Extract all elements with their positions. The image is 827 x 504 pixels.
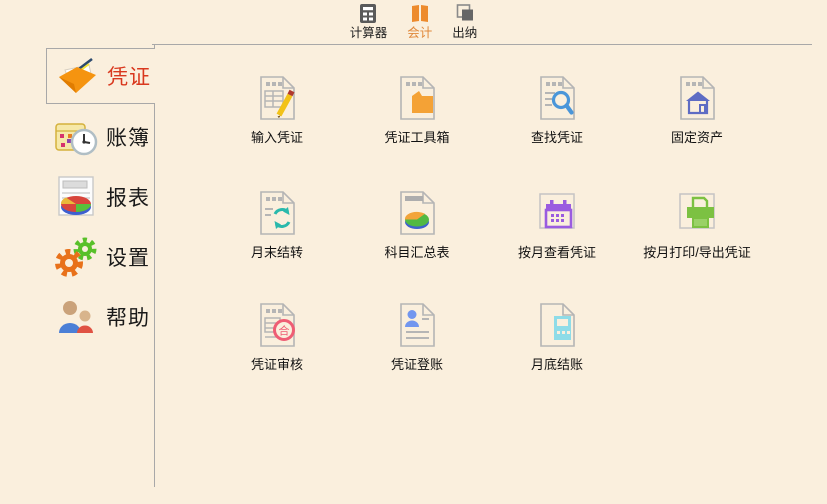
sidebar-item-reports[interactable]: 报表: [46, 170, 154, 224]
sidebar-item-voucher[interactable]: 凭证: [46, 48, 155, 104]
toolbar-item-cashier[interactable]: 出纳: [450, 3, 479, 40]
sidebar-item-label: 凭证: [107, 61, 151, 91]
voucher-audit-stamp-icon: 合: [253, 301, 301, 349]
voucher-posting-icon: [393, 301, 441, 349]
fixed-assets-icon: [673, 74, 721, 122]
cashier-icon: [454, 3, 476, 25]
grid-item-label: 凭证登账: [391, 354, 443, 373]
grid-item-label: 查找凭证: [531, 127, 583, 146]
toolbar-item-accounting[interactable]: 会计: [405, 3, 434, 40]
calculator-icon: [357, 3, 379, 25]
sidebar-item-label: 账簿: [106, 122, 150, 152]
month-end-closing-icon: [533, 301, 581, 349]
ledger-calendar-clock-icon: [54, 115, 98, 159]
sidebar-item-ledger[interactable]: 账簿: [46, 110, 154, 164]
toolbar-label: 计算器: [350, 26, 388, 40]
grid-item-label: 科目汇总表: [384, 242, 449, 261]
grid-item-label: 月底结账: [531, 354, 583, 373]
grid-item-label: 凭证审核: [251, 354, 303, 373]
month-end-carryover-icon: [253, 189, 301, 237]
grid-item-voucher-toolbox[interactable]: 凭证工具箱: [347, 74, 487, 148]
help-people-icon: [54, 295, 98, 339]
account-summary-icon: [393, 189, 441, 237]
grid-item-fixed-assets[interactable]: 固定资产: [627, 74, 767, 148]
sidebar-item-label: 帮助: [106, 302, 150, 332]
report-sheet-pie-icon: [54, 175, 98, 219]
grid-item-label: 固定资产: [671, 127, 723, 146]
grid-item-label: 按月打印/导出凭证: [643, 242, 751, 261]
panel-top-border: [152, 44, 812, 45]
print-export-printer-icon: [673, 189, 721, 237]
grid-item-month-end-carryover[interactable]: 月末结转: [207, 189, 347, 263]
view-by-month-calendar-icon: [533, 189, 581, 237]
grid-row-1: 输入凭证 凭证工具箱 查找凭证: [207, 74, 767, 148]
grid-item-voucher-posting[interactable]: 凭证登账: [347, 301, 487, 375]
grid-item-account-summary[interactable]: 科目汇总表: [347, 189, 487, 263]
grid-row-2: 月末结转 科目汇总表 按月查看凭证: [207, 189, 767, 263]
grid-item-print-export-by-month[interactable]: 按月打印/导出凭证: [627, 189, 767, 263]
grid-item-label: 按月查看凭证: [518, 242, 596, 261]
grid-item-voucher-audit[interactable]: 合 凭证审核: [207, 301, 347, 375]
grid-item-label: 凭证工具箱: [384, 127, 449, 146]
grid-item-find-voucher[interactable]: 查找凭证: [487, 74, 627, 148]
voucher-toolbox-icon: [393, 74, 441, 122]
grid-item-label: 月末结转: [251, 242, 303, 261]
grid-item-month-end-closing[interactable]: 月底结账: [487, 301, 627, 375]
toolbar-item-calculator[interactable]: 计算器: [348, 3, 390, 40]
grid-row-3: 合 凭证审核 凭证登账 月底结账: [207, 301, 627, 375]
sidebar-divider: [154, 103, 155, 487]
gears-icon: [54, 235, 98, 279]
sidebar-item-label: 设置: [106, 242, 150, 272]
grid-item-view-vouchers-by-month[interactable]: 按月查看凭证: [487, 189, 627, 263]
sidebar-item-settings[interactable]: 设置: [46, 230, 154, 284]
input-voucher-icon: [253, 74, 301, 122]
find-voucher-icon: [533, 74, 581, 122]
sidebar-item-help[interactable]: 帮助: [46, 290, 154, 344]
grid-item-label: 输入凭证: [251, 127, 303, 146]
svg-text:合: 合: [279, 324, 290, 338]
sidebar-item-label: 报表: [106, 182, 150, 212]
voucher-folder-icon: [55, 54, 99, 98]
toolbar-label: 会计: [407, 26, 432, 40]
grid-item-input-voucher[interactable]: 输入凭证: [207, 74, 347, 148]
accounting-book-icon: [409, 3, 431, 25]
toolbar-label: 出纳: [452, 26, 477, 40]
top-toolbar: 计算器 会计 出纳: [0, 3, 827, 43]
